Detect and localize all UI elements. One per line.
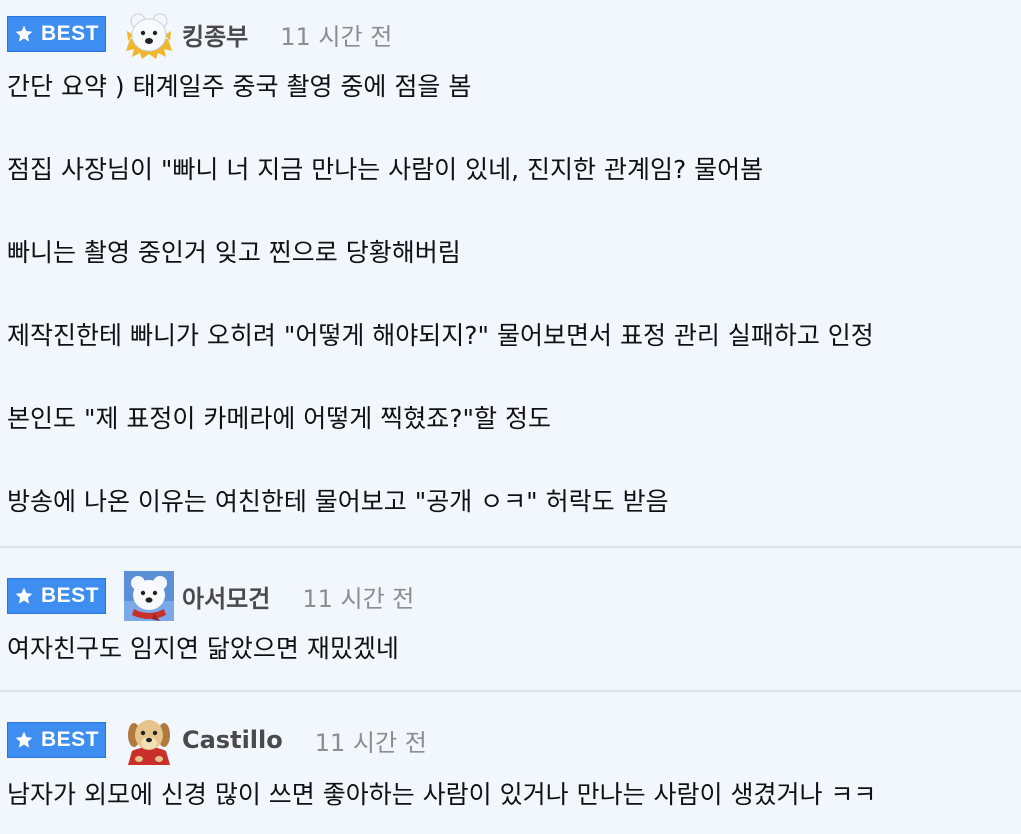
best-badge-label: BEST: [40, 584, 99, 607]
timestamp: 11 시간 전: [280, 22, 393, 51]
comment-text-line: 방송에 나온 이유는 여친한테 물어보고 "공개 ㅇㅋ" 허락도 받음: [7, 487, 669, 516]
comment-item: BEST Castillo 11 시간 전 남자가 외모에 신경 많이 쓰면 좋…: [0, 692, 1021, 834]
comment-body: 남자가 외모에 신경 많이 쓰면 좋아하는 사람이 있거나 만나는 사람이 생겼…: [0, 762, 1021, 810]
star-icon: [15, 731, 33, 748]
comment-text-line: 간단 요약 ) 태계일주 중국 촬영 중에 점을 봄: [7, 72, 472, 101]
comment-body: 여자친구도 임지연 닮았으면 재밌겠네: [0, 618, 1021, 664]
comment-text-line: 여자친구도 임지연 닮았으면 재밌겠네: [7, 634, 399, 663]
best-badge: BEST: [7, 16, 106, 52]
best-badge: BEST: [7, 722, 106, 758]
best-badge: BEST: [7, 578, 106, 614]
comment-text-line: 빠니는 촬영 중인거 잊고 찐으로 당황해버림: [7, 238, 461, 267]
comment-header: BEST Castillo 11 시간 전: [0, 715, 1021, 765]
timestamp: 11 시간 전: [302, 584, 415, 613]
username[interactable]: Castillo: [182, 726, 283, 754]
polar-bear-gold-frame-icon[interactable]: [124, 9, 174, 59]
comment-body: 간단 요약 ) 태계일주 중국 촬영 중에 점을 봄 점집 사장님이 "빠니 너…: [0, 56, 1021, 517]
comment-text-line: 점집 사장님이 "빠니 너 지금 만나는 사람이 있네, 진지한 관계임? 물어…: [7, 155, 764, 184]
polar-bear-red-scarf-icon[interactable]: [124, 571, 174, 621]
username[interactable]: 아서모건: [182, 579, 270, 614]
username[interactable]: 킹종부: [182, 17, 248, 52]
puppy-red-cape-icon[interactable]: [124, 715, 174, 765]
star-icon: [15, 25, 33, 42]
comment-header: BEST 아서모건 11 시간 전: [0, 571, 1021, 621]
comment-item: BEST 킹종부 11 시간 전 간단 요약 ) 태계일주 중국 촬영 중에 점…: [0, 0, 1021, 548]
comment-text-line: 본인도 "제 표정이 카메라에 어떻게 찍혔죠?"할 정도: [7, 404, 551, 433]
best-badge-label: BEST: [40, 22, 99, 45]
comment-item: BEST 아서모건 11 시간 전 여자친구도 임지연 닮았으면 재밌겠네: [0, 548, 1021, 692]
best-badge-label: BEST: [40, 728, 99, 751]
comment-text-line: 남자가 외모에 신경 많이 쓰면 좋아하는 사람이 있거나 만나는 사람이 생겼…: [7, 780, 877, 809]
star-icon: [15, 587, 33, 604]
timestamp: 11 시간 전: [314, 728, 427, 757]
comment-list: BEST 킹종부 11 시간 전 간단 요약 ) 태계일주 중국 촬영 중에 점…: [0, 0, 1021, 834]
comment-text-line: 제작진한테 빠니가 오히려 "어떻게 해야되지?" 물어보면서 표정 관리 실패…: [7, 321, 874, 350]
comment-header: BEST 킹종부 11 시간 전: [0, 9, 1021, 59]
